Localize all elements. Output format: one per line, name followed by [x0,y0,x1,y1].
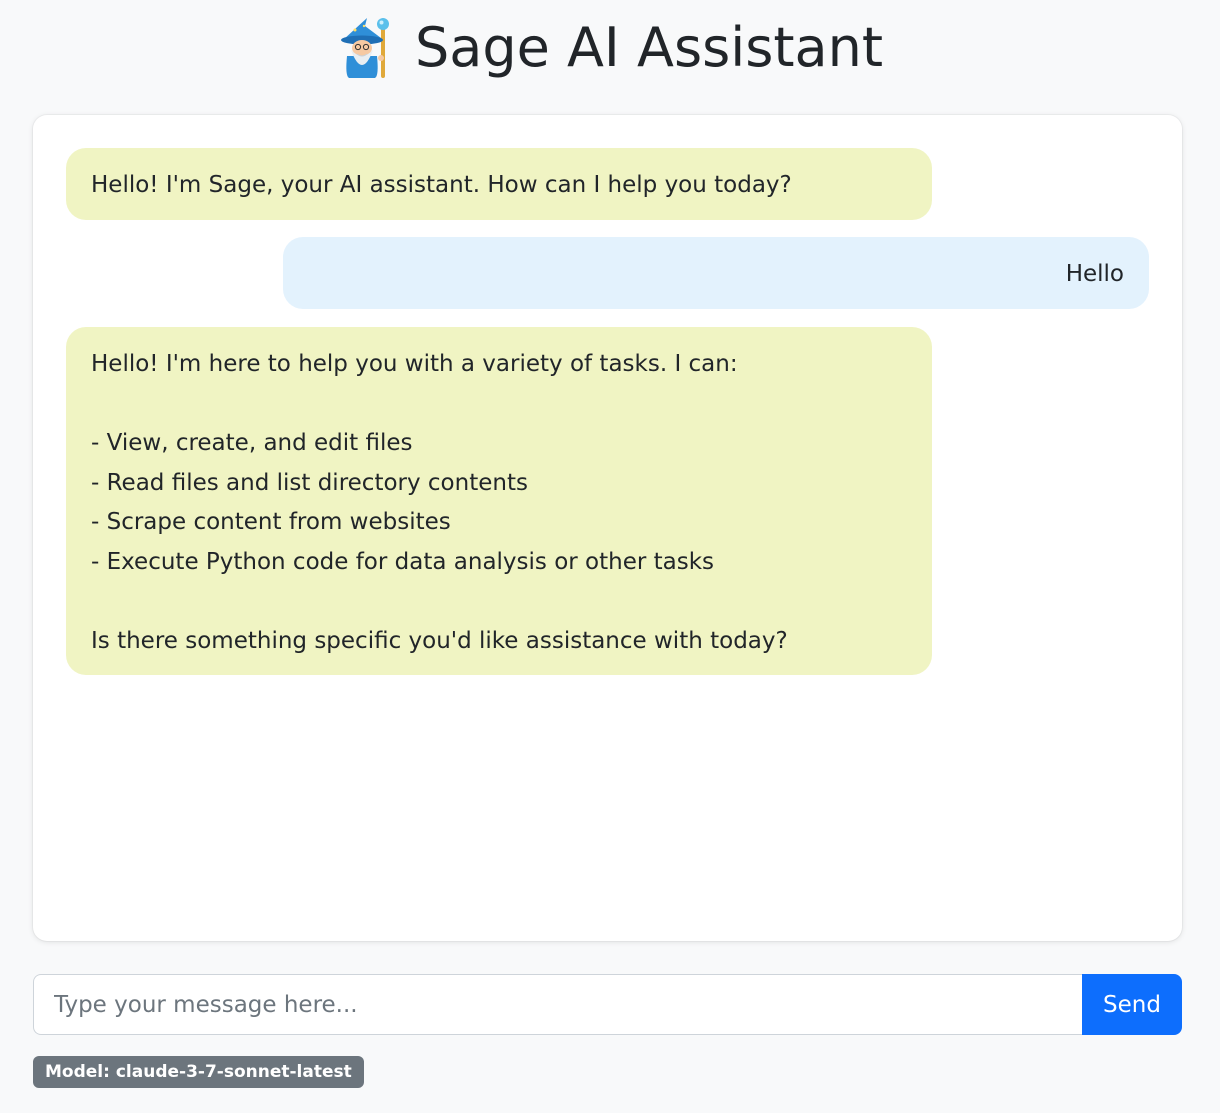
chat-window[interactable]: Hello! I'm Sage, your AI assistant. How … [33,115,1182,941]
message-composer: Send [33,974,1182,1035]
assistant-message: Hello! I'm Sage, your AI assistant. How … [66,148,932,220]
page: Sage AI Assistant Hello! I'm Sage, your … [0,0,1220,1113]
model-badge: Model: claude-3-7-sonnet-latest [33,1056,364,1088]
wizard-icon [337,16,393,80]
header: Sage AI Assistant [0,8,1220,88]
assistant-message: Hello! I'm here to help you with a varie… [66,327,932,675]
page-title: Sage AI Assistant [414,16,884,79]
user-message: Hello [283,237,1149,309]
send-button[interactable]: Send [1082,974,1182,1035]
message-input[interactable] [33,974,1082,1035]
